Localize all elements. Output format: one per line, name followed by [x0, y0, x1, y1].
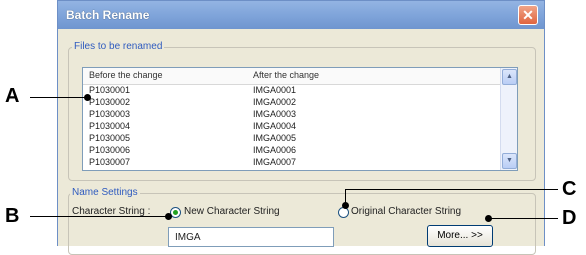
callout-c: C	[562, 178, 577, 200]
list-item[interactable]: P1030003 IMGA0003	[83, 109, 501, 120]
close-button[interactable]: ✕	[518, 5, 538, 25]
leader-line-d	[488, 218, 558, 219]
after-name: IMGA0001	[253, 85, 297, 95]
scroll-up-button[interactable]: ▲	[502, 69, 517, 85]
before-name: P1030007	[89, 157, 131, 167]
leader-line-b	[30, 216, 168, 217]
list-header: Before the change After the change	[83, 68, 501, 85]
leader-dot-b	[165, 213, 172, 220]
list-item[interactable]: P1030001 IMGA0001	[83, 85, 501, 96]
after-name: IMGA0007	[253, 157, 297, 167]
before-name: P1030004	[89, 121, 131, 131]
batch-rename-dialog: Batch Rename ✕ Files to be renamed Befor…	[57, 0, 545, 255]
character-string-input[interactable]: IMGA	[168, 227, 334, 247]
leader-dot-c	[342, 202, 349, 209]
original-character-string-label[interactable]: Original Character String	[351, 206, 461, 217]
dialog-title: Batch Rename	[66, 8, 150, 22]
close-icon: ✕	[522, 7, 534, 23]
before-name: P1030002	[89, 97, 131, 107]
more-button[interactable]: More... >>	[427, 225, 493, 247]
list-item[interactable]: P1030005 IMGA0005	[83, 133, 501, 144]
scroll-down-button[interactable]: ▼	[502, 153, 517, 169]
list-item[interactable]: P1030006 IMGA0006	[83, 145, 501, 156]
list-item[interactable]: P1030004 IMGA0004	[83, 121, 501, 132]
before-name: P1030006	[89, 145, 131, 155]
leader-line-c-horizontal	[345, 189, 558, 190]
files-group-label: Files to be renamed	[72, 41, 165, 52]
file-list[interactable]: Before the change After the change P1030…	[82, 67, 518, 171]
before-name: P1030003	[89, 109, 131, 119]
chevron-down-icon: ▼	[506, 157, 513, 164]
column-after[interactable]: After the change	[253, 70, 319, 80]
after-name: IMGA0006	[253, 145, 297, 155]
name-settings-label: Name Settings	[70, 187, 140, 198]
list-item[interactable]: P1030002 IMGA0002	[83, 97, 501, 108]
after-name: IMGA0003	[253, 109, 297, 119]
leader-line-a	[30, 97, 88, 98]
callout-b: B	[5, 205, 20, 227]
after-name: IMGA0004	[253, 121, 297, 131]
callout-a: A	[5, 85, 20, 107]
column-before[interactable]: Before the change	[89, 70, 163, 80]
callout-d: D	[562, 207, 577, 229]
after-name: IMGA0002	[253, 97, 297, 107]
after-name: IMGA0005	[253, 133, 297, 143]
title-bar: Batch Rename ✕	[58, 1, 544, 29]
leader-dot-a	[84, 94, 91, 101]
chevron-up-icon: ▲	[506, 73, 513, 80]
before-name: P1030001	[89, 85, 131, 95]
leader-dot-d	[485, 215, 492, 222]
new-character-string-label[interactable]: New Character String	[184, 206, 280, 217]
before-name: P1030005	[89, 133, 131, 143]
list-scrollbar[interactable]: ▲ ▼	[500, 68, 517, 170]
list-item[interactable]: P1030007 IMGA0007	[83, 157, 501, 168]
